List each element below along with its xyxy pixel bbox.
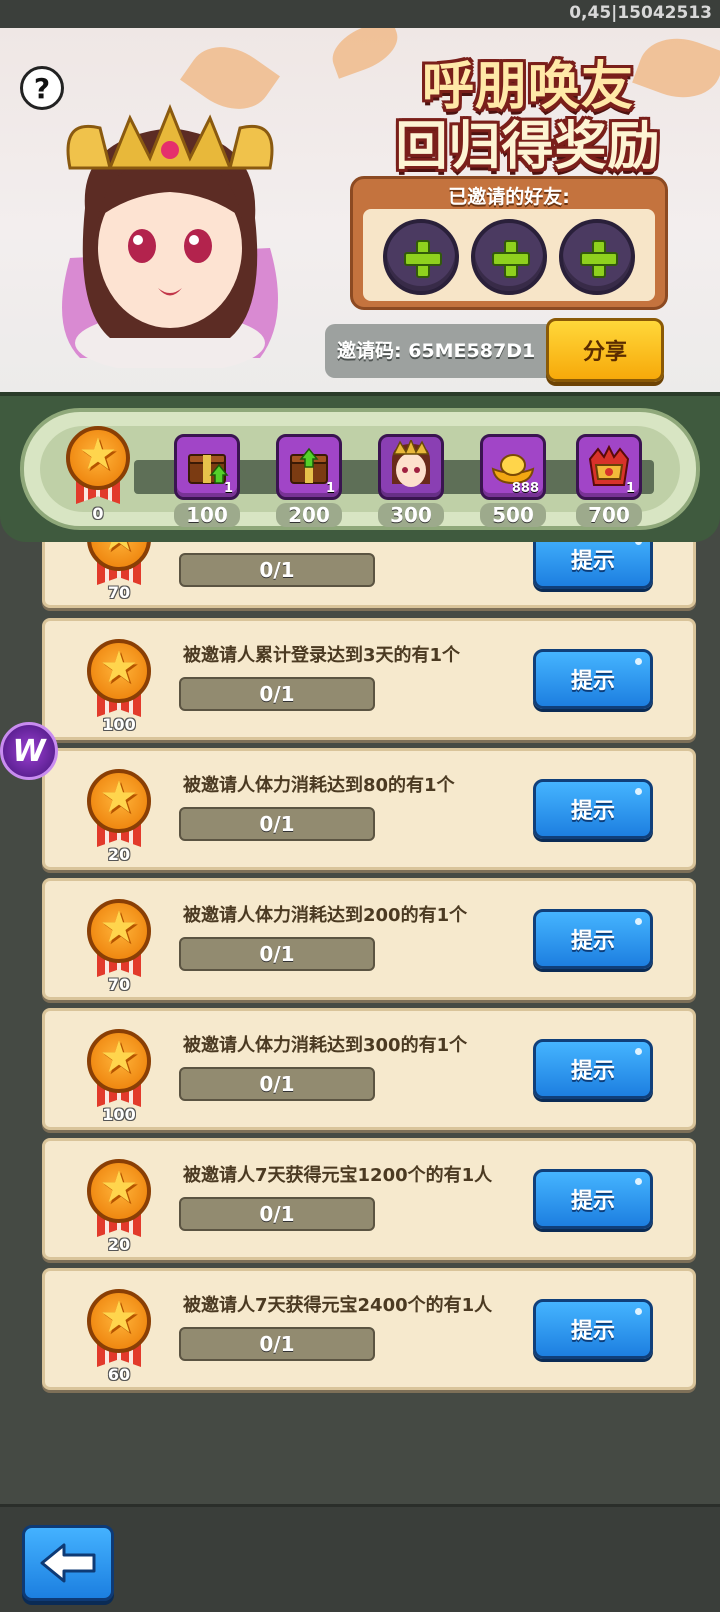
gift-chest-upgrade-icon: [290, 447, 328, 484]
milestone-qty: 888: [511, 481, 539, 496]
add-friend-slot-3[interactable]: [559, 219, 635, 295]
invited-friends-label: 已邀请的好友:: [448, 186, 570, 208]
milestone-qty: 1: [223, 481, 233, 496]
star-icon: ★: [78, 429, 118, 480]
reward-points: 20: [107, 1235, 131, 1254]
milestone-points: 500: [480, 503, 546, 527]
task-card: ★ 20 被邀请人体力消耗达到80的有1个 0/1 提示: [42, 748, 696, 870]
milestone-qty: 1: [625, 481, 635, 496]
milestone-points: 200: [276, 503, 342, 527]
reward-points: 100: [102, 1105, 136, 1124]
hint-button[interactable]: 提示: [533, 1169, 653, 1229]
hint-button[interactable]: 提示: [533, 1039, 653, 1099]
reward-points: 20: [107, 845, 131, 864]
milestone-qty: 1: [325, 481, 335, 496]
hero-portrait: [62, 103, 278, 368]
plus-icon: [580, 240, 618, 278]
star-icon: ★: [99, 1032, 139, 1083]
hint-button[interactable]: 提示: [533, 779, 653, 839]
task-description: 被邀请人体力消耗达到200的有1个: [183, 905, 468, 926]
hint-button[interactable]: 提示: [533, 909, 653, 969]
event-header: ? 呼朋唤友 回归得奖励 已邀请的好友: 邀请码: 65ME587D1 分享: [0, 28, 720, 398]
gift-chest-upgrade-icon: [188, 454, 229, 484]
add-friend-slot-1[interactable]: [383, 219, 459, 295]
reward-points: 70: [107, 583, 131, 602]
task-card: ★ 20 被邀请人7天获得元宝1200个的有1人 0/1 提示: [42, 1138, 696, 1260]
floating-assistant-button[interactable]: W: [0, 722, 58, 780]
star-icon: ★: [99, 902, 139, 953]
task-card: ★ 60 被邀请人7天获得元宝2400个的有1人 0/1 提示: [42, 1268, 696, 1390]
task-progress: 0/1: [179, 807, 375, 841]
reward-points: 100: [102, 715, 136, 734]
invited-friends-panel: 已邀请的好友:: [350, 176, 668, 310]
star-icon: ★: [96, 542, 142, 559]
milestone-points: 100: [174, 503, 240, 527]
milestone-700[interactable]: 1 700: [576, 434, 642, 527]
task-card: ★ 100 被邀请人累计登录达到3天的有1个 0/1 提示: [42, 618, 696, 740]
invite-code: 邀请码: 65ME587D1: [325, 324, 555, 378]
plus-icon: [492, 240, 530, 278]
task-progress: 0/1: [179, 937, 375, 971]
back-arrow-icon: [40, 1543, 96, 1583]
share-button[interactable]: 分享: [546, 318, 664, 382]
task-description: 被邀请人7天获得元宝2400个的有1人: [183, 1295, 493, 1316]
task-card: ★ 70 被邀请人体力消耗达到200的有1个 0/1 提示: [42, 878, 696, 1000]
hero-portrait-icon: [392, 440, 430, 487]
task-card: ★ 100 被邀请人体力消耗达到300的有1个 0/1 提示: [42, 1008, 696, 1130]
task-description: 被邀请人体力消耗达到300的有1个: [183, 1035, 468, 1056]
task-progress: 0/1: [179, 1197, 375, 1231]
hint-button[interactable]: 提示: [533, 1299, 653, 1359]
milestone-points: 700: [576, 503, 642, 527]
reward-progress-panel: ★ 0 1 100 1 200 300 888 500 1 700: [0, 392, 720, 542]
reward-points: 70: [107, 975, 131, 994]
hint-button[interactable]: 提示: [533, 649, 653, 709]
plus-icon: [404, 240, 442, 278]
bottom-bar: [0, 1504, 720, 1612]
reward-points: 60: [107, 1365, 131, 1384]
milestone-200[interactable]: 1 200: [276, 434, 342, 527]
star-icon: ★: [99, 1292, 139, 1343]
milestone-points: 300: [378, 503, 444, 527]
milestone-300[interactable]: 300: [378, 434, 444, 527]
task-card: ★ 70 0/1 提示: [42, 542, 696, 608]
star-icon: ★: [99, 772, 139, 823]
task-description: 被邀请人累计登录达到3天的有1个: [183, 645, 461, 666]
task-progress: 0/1: [179, 553, 375, 587]
star-icon: ★: [99, 642, 139, 693]
current-points: 0: [92, 504, 104, 523]
status-bar: 0,45|15042513: [0, 0, 720, 28]
milestone-500[interactable]: 888 500: [480, 434, 546, 527]
task-description: 被邀请人7天获得元宝1200个的有1人: [183, 1165, 493, 1186]
back-button[interactable]: [22, 1525, 114, 1601]
hint-button[interactable]: 提示: [533, 542, 653, 589]
milestone-100[interactable]: 1 100: [174, 434, 240, 527]
task-progress: 0/1: [179, 1327, 375, 1361]
event-title-line2: 回归得奖励: [395, 117, 661, 177]
add-friend-slot-2[interactable]: [471, 219, 547, 295]
build-code: 0,45|15042513: [569, 3, 712, 23]
task-progress: 0/1: [179, 677, 375, 711]
task-progress: 0/1: [179, 1067, 375, 1101]
task-list[interactable]: ★ 70 0/1 提示 ★ 100 被邀请人累计登录达到3天的有1个 0/1 提…: [0, 542, 720, 1506]
star-icon: ★: [99, 1162, 139, 1213]
task-description: 被邀请人体力消耗达到80的有1个: [183, 775, 455, 796]
